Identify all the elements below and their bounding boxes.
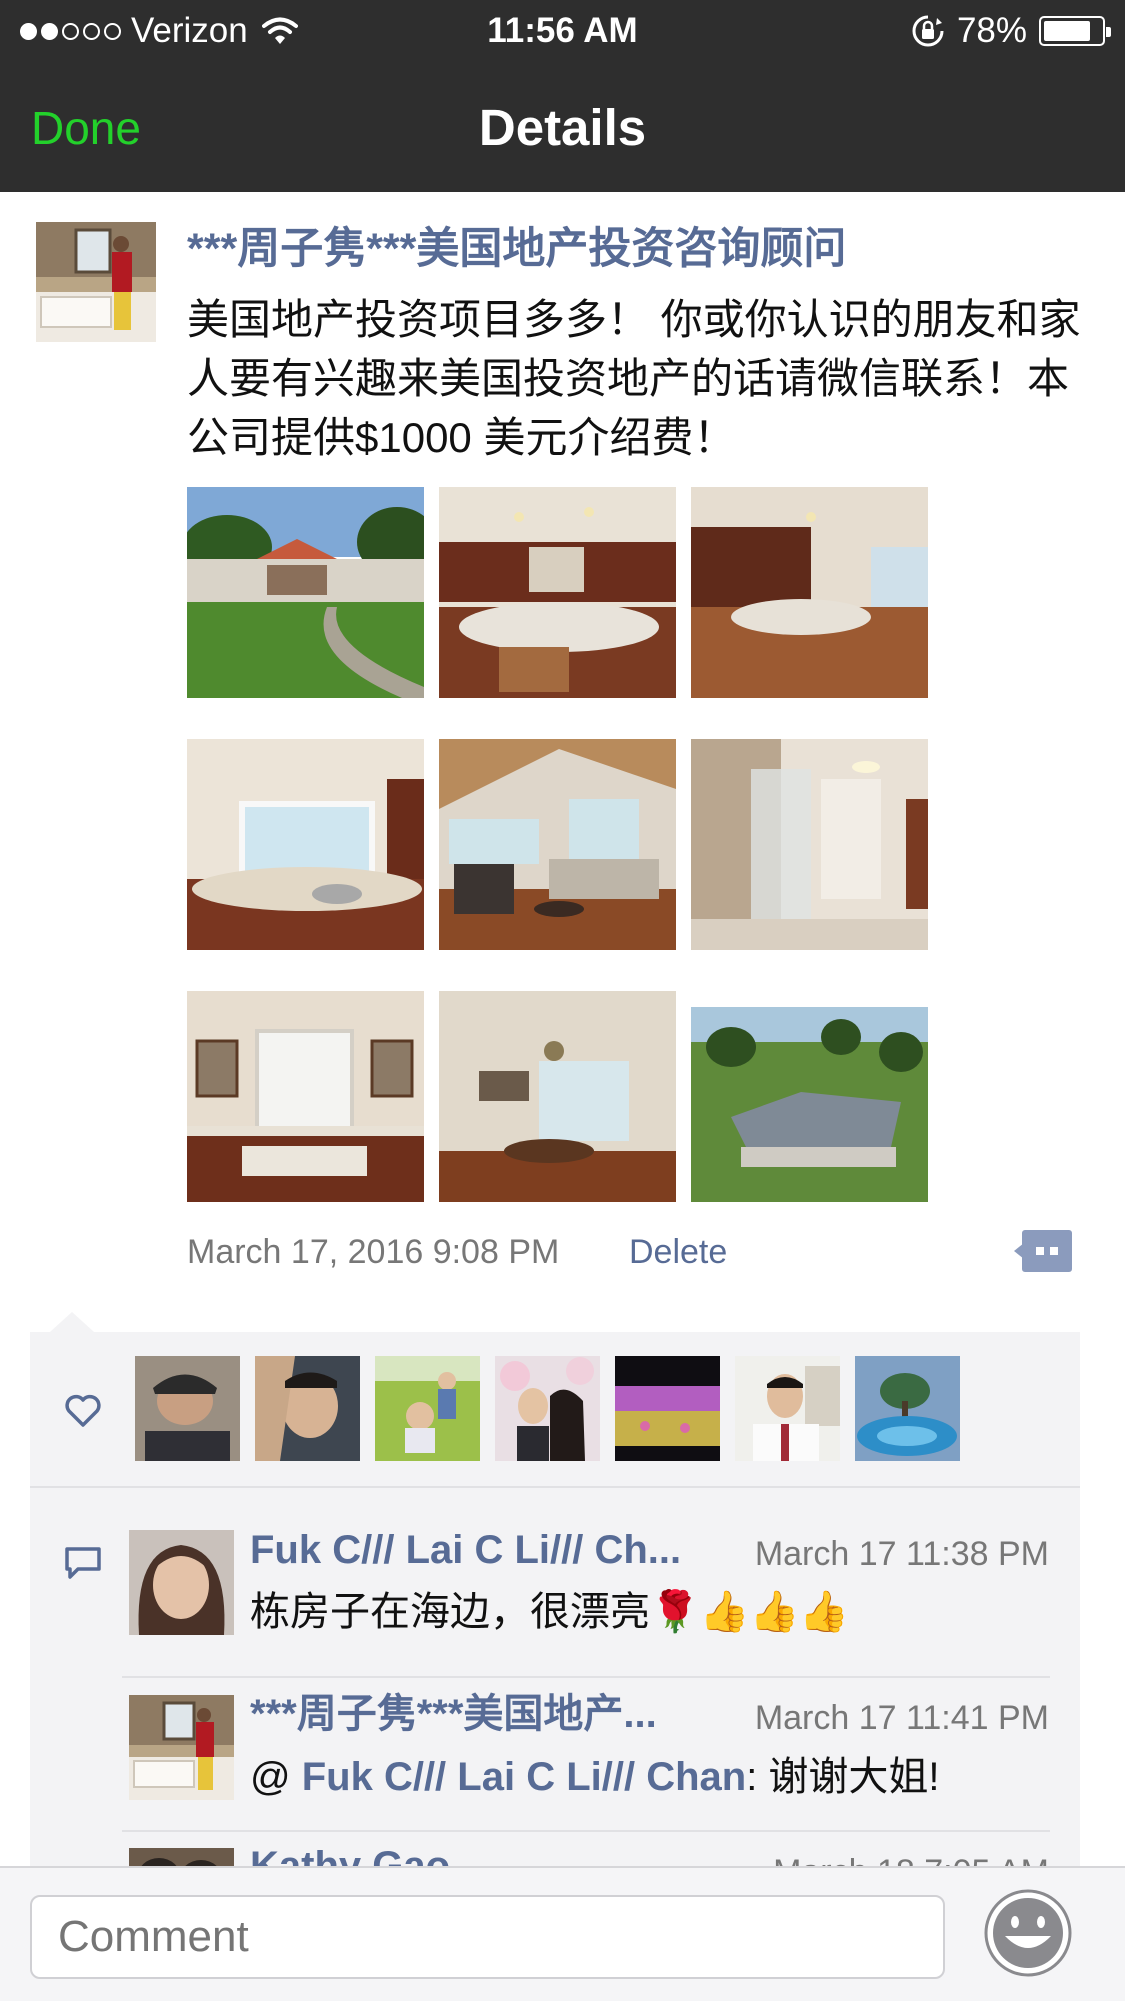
reply-text: : 谢谢大姐! <box>746 1755 940 1799</box>
post-photo-house-exterior[interactable] <box>187 487 424 698</box>
post-photo-dining-room[interactable] <box>439 991 676 1202</box>
delete-button[interactable]: Delete <box>629 1230 727 1274</box>
author-avatar[interactable] <box>36 222 156 342</box>
commenter-avatar[interactable] <box>129 1695 234 1800</box>
post-photo-bathroom[interactable] <box>691 739 928 950</box>
post-photo-aerial-view[interactable] <box>691 1007 928 1202</box>
page-title: Details <box>478 99 647 156</box>
mention-link[interactable]: Fuk C/// Lai C Li/// Chan <box>302 1755 746 1799</box>
post-photo-living-room[interactable] <box>439 739 676 950</box>
post-photo-bath-vanity[interactable] <box>187 991 424 1202</box>
liker-avatar[interactable] <box>255 1356 360 1461</box>
emoji-icon[interactable] <box>983 1888 1073 1978</box>
panel-pointer <box>50 1312 94 1332</box>
comment-text: 栋房子在海边，很漂亮🌹👍👍👍 <box>250 1590 850 1634</box>
comment-time: March 17 11:38 PM <box>754 1535 1049 1573</box>
liker-avatar[interactable] <box>615 1356 720 1461</box>
post-photo-kitchen-dining[interactable] <box>691 487 928 698</box>
battery-percent: 78% <box>956 11 1027 50</box>
comment-text: @ Fuk C/// Lai C Li/// Chan: 谢谢大姐! <box>250 1753 940 1801</box>
liker-avatar[interactable] <box>135 1356 240 1461</box>
post-text: 美国地产投资项目多多！ 你或你认识的朋友和家人要有兴趣来美国投资地产的话请微信联… <box>187 296 1081 461</box>
post-photo-kitchen-sink[interactable] <box>187 739 424 950</box>
liker-avatar[interactable] <box>375 1356 480 1461</box>
post-author-name[interactable]: ***周子隽***美国地产投资咨询顾问 <box>187 224 846 274</box>
comment-author[interactable]: Fuk C/// Lai C Li/// Ch... <box>250 1526 681 1574</box>
likes-divider <box>30 1486 1080 1488</box>
comment-divider <box>122 1676 1050 1678</box>
rotation-lock-icon <box>912 15 944 47</box>
heart-outline-icon <box>65 1394 101 1427</box>
navigation-bar: Done Details <box>0 62 1125 192</box>
liker-avatar[interactable] <box>495 1356 600 1461</box>
comment-compose-bar <box>0 1866 1125 2001</box>
reply-prefix: @ <box>250 1755 302 1799</box>
comment-bubble-icon <box>65 1547 101 1579</box>
battery-area: 78% <box>911 10 1111 52</box>
post-timestamp: March 17, 2016 9:08 PM <box>187 1233 560 1271</box>
comment-divider <box>122 1830 1050 1832</box>
comment-author[interactable]: ***周子隽***美国地产... <box>250 1690 657 1738</box>
status-bar: Verizon 11:56 AM 78% <box>0 0 1125 62</box>
comment-input[interactable] <box>30 1895 945 1979</box>
liker-avatar[interactable] <box>855 1356 960 1461</box>
liker-avatar[interactable] <box>735 1356 840 1461</box>
commenter-avatar[interactable] <box>129 1530 234 1635</box>
comment-time: March 17 11:41 PM <box>754 1699 1049 1737</box>
comment-options-icon[interactable] <box>1014 1230 1072 1272</box>
battery-icon <box>1039 16 1111 46</box>
post-photo-kitchen-island[interactable] <box>439 487 676 698</box>
